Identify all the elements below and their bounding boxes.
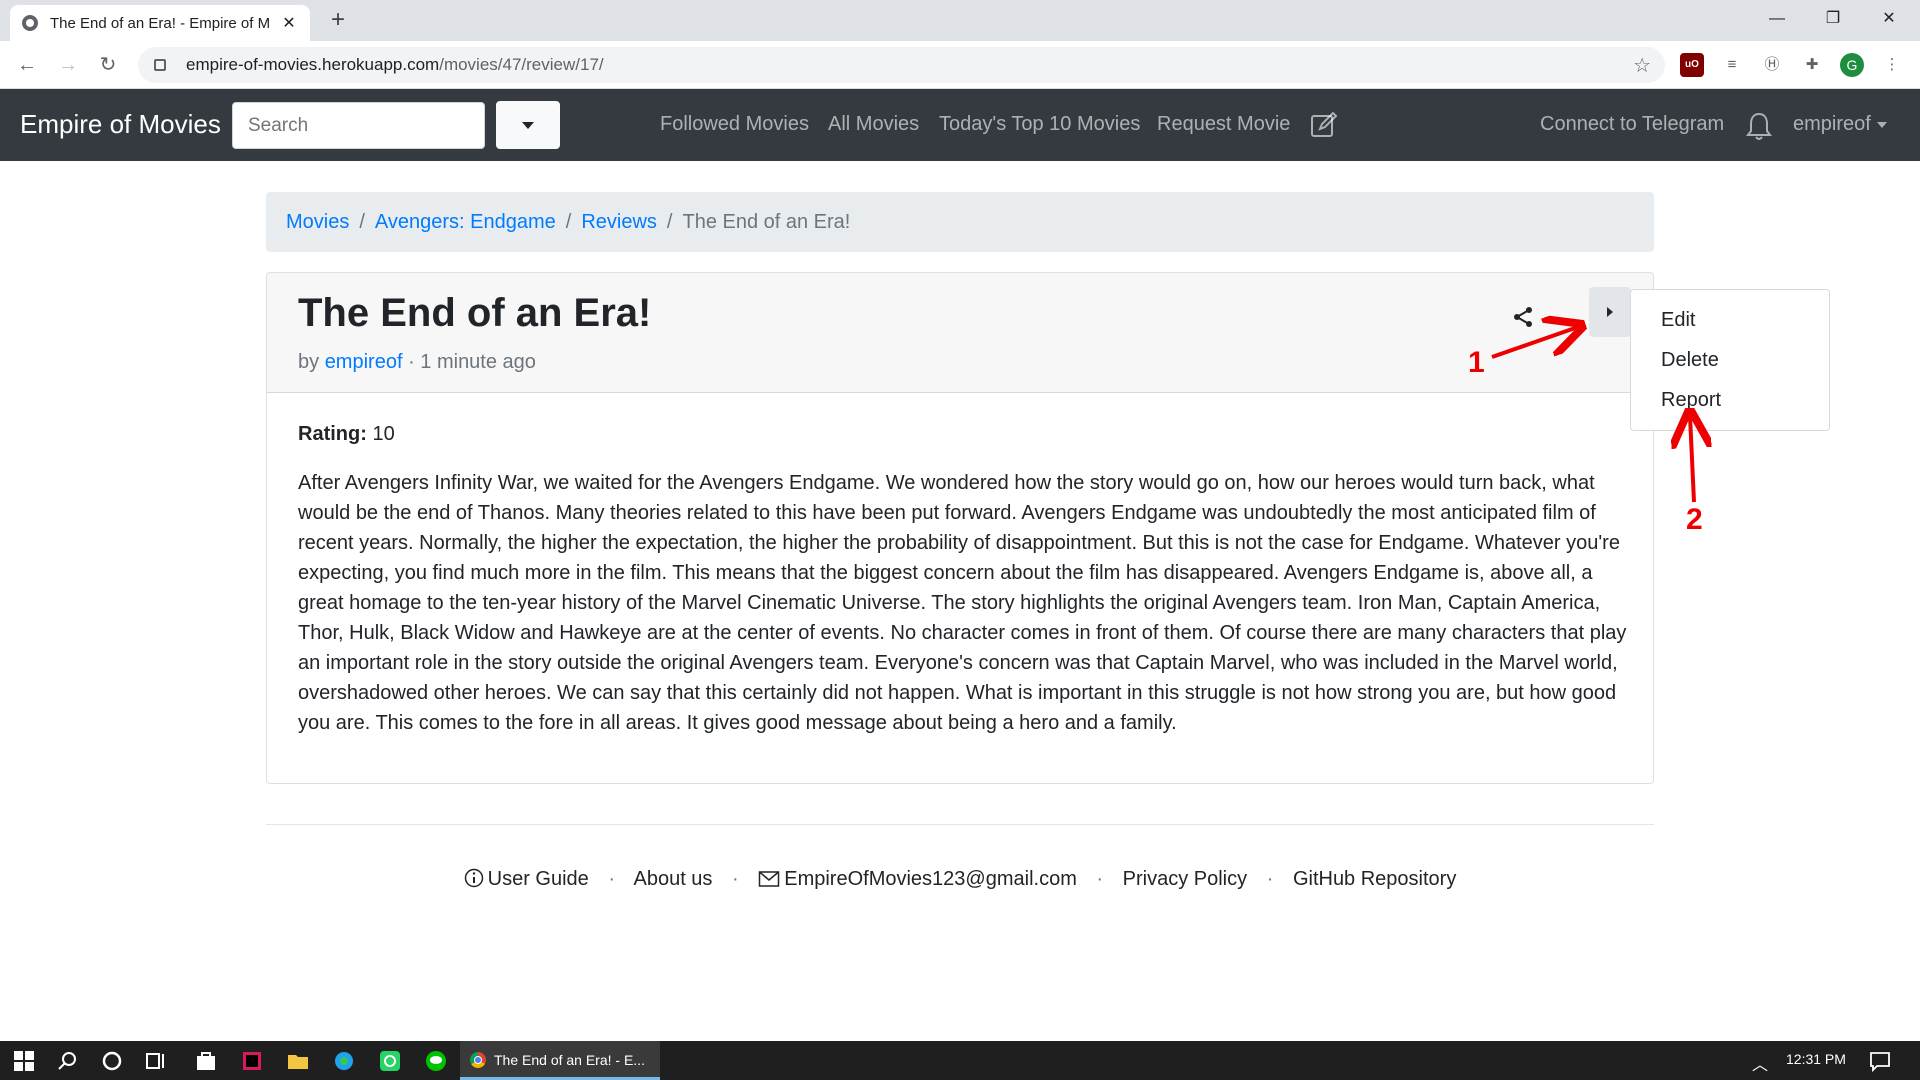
nav-request-movie[interactable]: Request Movie	[1157, 113, 1290, 136]
globe-icon	[22, 15, 38, 31]
review-options-menu: Edit Delete Report	[1630, 289, 1830, 431]
close-window-button[interactable]: ✕	[1866, 4, 1912, 34]
caret-down-icon	[1876, 121, 1887, 128]
site-navbar: Empire of Movies Followed Movies All Mov…	[0, 89, 1920, 161]
minimize-button[interactable]: —	[1754, 4, 1800, 34]
search-filter-dropdown-button[interactable]	[496, 101, 560, 149]
breadcrumb-separator: /	[666, 210, 673, 233]
rating-value: 10	[372, 423, 395, 445]
footer-divider	[266, 824, 1654, 825]
footer-email[interactable]: EmpireOfMovies123@gmail.com	[784, 868, 1077, 890]
rating-label: Rating:	[298, 423, 367, 445]
annotation-label-1: 1	[1468, 346, 1485, 379]
menu-item-edit[interactable]: Edit	[1631, 300, 1829, 340]
taskbar-window-title: The End of an Era! - E...	[494, 1052, 645, 1068]
menu-item-report[interactable]: Report	[1631, 380, 1829, 420]
cortana-icon[interactable]	[100, 1049, 124, 1073]
taskbar-clock[interactable]: 12:31 PM	[1786, 1051, 1846, 1067]
file-explorer-icon[interactable]	[286, 1049, 310, 1073]
search-input[interactable]	[232, 102, 485, 149]
footer-separator: ·	[608, 868, 616, 890]
breadcrumb-movies[interactable]: Movies	[286, 211, 349, 234]
menu-item-delete[interactable]: Delete	[1631, 340, 1829, 380]
footer-privacy-policy[interactable]: Privacy Policy	[1123, 868, 1247, 890]
annotation-label-2: 2	[1686, 503, 1703, 536]
store-icon[interactable]	[194, 1049, 218, 1073]
info-icon	[464, 868, 483, 888]
footer-separator: ·	[1266, 868, 1274, 890]
byline-by: by	[298, 351, 320, 373]
review-rating: Rating: 10	[298, 423, 1628, 446]
extensions-puzzle-icon[interactable]: ✚	[1800, 53, 1824, 77]
ublock-extension-icon[interactable]: uO	[1680, 53, 1704, 77]
review-author-link[interactable]: empireof	[325, 351, 403, 373]
nav-top-10-movies[interactable]: Today's Top 10 Movies	[939, 113, 1140, 136]
review-card: The End of an Era! by empireof · 1 minut…	[266, 272, 1654, 784]
tab-close-icon[interactable]: ✕	[280, 13, 298, 33]
url-path: /movies/47/review/17/	[439, 55, 604, 74]
footer-separator: ·	[1096, 868, 1104, 890]
forward-button[interactable]: →	[54, 51, 82, 79]
back-button[interactable]: ←	[13, 51, 41, 79]
nav-all-movies[interactable]: All Movies	[828, 113, 919, 136]
whatsapp-icon[interactable]	[378, 1049, 402, 1073]
edit-square-icon[interactable]	[1310, 111, 1338, 139]
lock-icon	[154, 59, 166, 71]
task-view-icon[interactable]	[144, 1049, 168, 1073]
nav-connect-telegram[interactable]: Connect to Telegram	[1540, 113, 1724, 136]
browser-menu-icon[interactable]: ⋮	[1880, 53, 1904, 77]
windows-taskbar: The End of an Era! - E... ︿ 12:31 PM	[0, 1041, 1920, 1080]
taskbar-chrome-window[interactable]: The End of an Era! - E...	[460, 1041, 660, 1080]
search-icon[interactable]	[56, 1049, 80, 1073]
browser-tab[interactable]: The End of an Era! - Empire of M ✕	[10, 5, 310, 41]
browser-toolbar: ← → ↻ empire-of-movies.herokuapp.com/mov…	[0, 41, 1920, 89]
notification-center-icon[interactable]	[1868, 1049, 1892, 1073]
breadcrumb-separator: /	[359, 210, 365, 233]
review-byline: by empireof · 1 minute ago	[298, 351, 536, 374]
footer: User Guide · About us · EmpireOfMovies12…	[0, 868, 1920, 891]
new-tab-button[interactable]: +	[324, 6, 352, 34]
review-card-header: The End of an Era! by empireof · 1 minut…	[267, 273, 1653, 393]
breadcrumb-movie[interactable]: Avengers: Endgame	[375, 211, 556, 234]
footer-user-guide[interactable]: User Guide	[488, 868, 589, 890]
footer-about-us[interactable]: About us	[633, 868, 712, 890]
bell-icon[interactable]	[1746, 111, 1772, 141]
bookmark-star-icon[interactable]: ☆	[1633, 53, 1651, 78]
edge-icon[interactable]	[332, 1049, 356, 1073]
breadcrumb: Movies / Avengers: Endgame / Reviews / T…	[266, 192, 1654, 252]
footer-github[interactable]: GitHub Repository	[1293, 868, 1456, 890]
review-card-body: Rating: 10 After Avengers Infinity War, …	[298, 423, 1628, 738]
breadcrumb-separator: /	[565, 210, 572, 233]
breadcrumb-current: The End of an Era!	[682, 210, 851, 233]
address-bar[interactable]: empire-of-movies.herokuapp.com/movies/47…	[138, 47, 1665, 83]
url-host: empire-of-movies.herokuapp.com	[186, 55, 440, 74]
review-options-button[interactable]	[1589, 287, 1631, 337]
extension-h-icon[interactable]: Ⓗ	[1760, 53, 1784, 77]
footer-separator: ·	[732, 868, 739, 890]
share-icon[interactable]	[1511, 305, 1535, 329]
reading-list-icon[interactable]: ≡	[1720, 53, 1744, 77]
jetbrains-icon[interactable]	[240, 1049, 264, 1073]
reload-button[interactable]: ↻	[94, 51, 122, 79]
review-title: The End of an Era!	[298, 291, 652, 335]
browser-tab-strip: The End of an Era! - Empire of M ✕ + — ❐…	[0, 0, 1920, 41]
site-brand[interactable]: Empire of Movies	[20, 109, 221, 140]
envelope-icon	[758, 871, 780, 887]
chrome-icon	[470, 1052, 486, 1068]
restore-button[interactable]: ❐	[1810, 4, 1856, 34]
nav-followed-movies[interactable]: Followed Movies	[660, 113, 809, 136]
breadcrumb-reviews[interactable]: Reviews	[581, 211, 657, 234]
profile-avatar[interactable]: G	[1840, 53, 1864, 77]
review-text: After Avengers Infinity War, we waited f…	[298, 472, 1627, 734]
line-icon[interactable]	[424, 1049, 448, 1073]
user-name: empireof	[1793, 113, 1871, 135]
user-dropdown[interactable]: empireof	[1793, 113, 1887, 136]
tab-title: The End of an Era! - Empire of M	[50, 14, 271, 32]
windows-start-icon[interactable]	[12, 1049, 36, 1073]
review-time: · 1 minute ago	[408, 351, 536, 373]
tray-chevron-icon[interactable]: ︿	[1752, 1051, 1768, 1075]
